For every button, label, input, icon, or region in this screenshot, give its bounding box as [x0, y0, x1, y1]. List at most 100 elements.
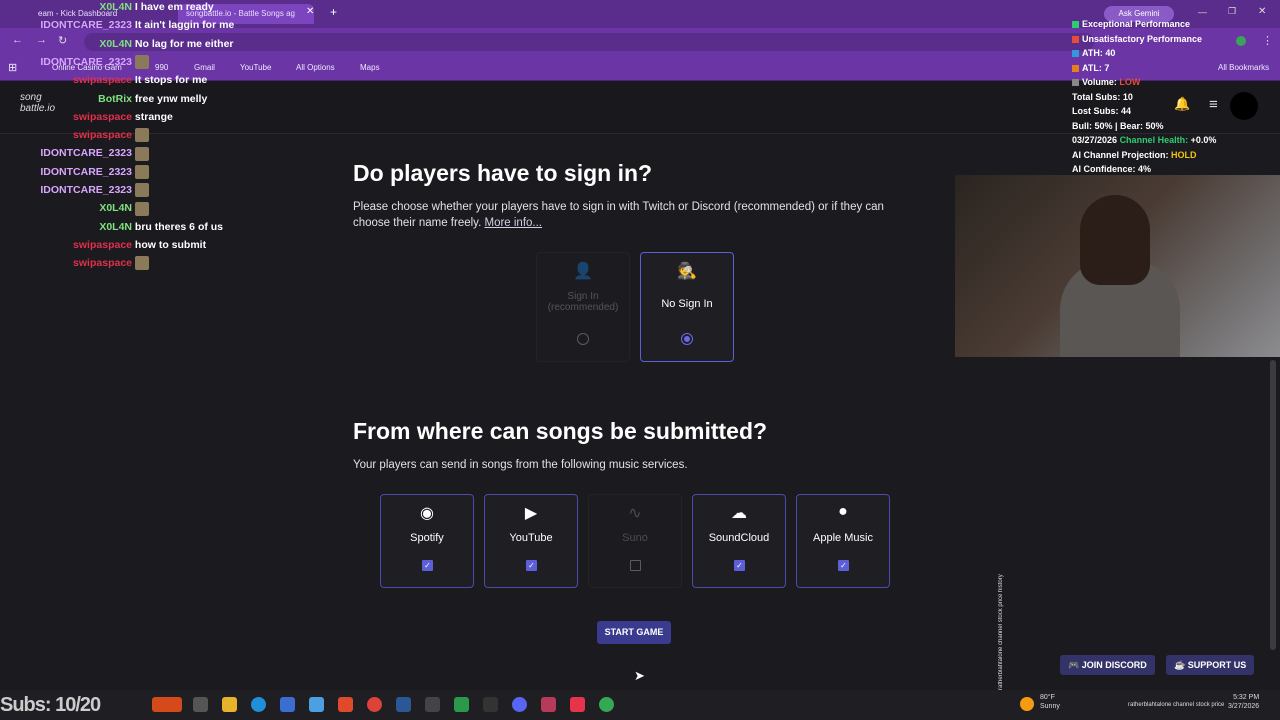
join-discord-button[interactable]: 🎮 JOIN DISCORD [1060, 655, 1155, 675]
discord-taskbar-icon[interactable] [512, 697, 527, 712]
app-icon-13[interactable] [541, 697, 556, 712]
chat-text: I have em ready [134, 1, 214, 13]
chat-message: swipaspace how to submit [0, 236, 206, 254]
emote-icon [134, 183, 149, 198]
discord-icon: 🎮 [1068, 660, 1082, 670]
service-apple-music[interactable]: ● Apple Music ✓ [796, 494, 890, 588]
youtube-checkbox[interactable]: ✓ [526, 560, 537, 571]
projection-value: HOLD [1171, 149, 1197, 160]
mouse-cursor-icon: ➤ [634, 668, 645, 683]
maximize-icon[interactable]: ❐ [1228, 6, 1236, 17]
tray-ticker: ratherblahtalone channel stock price [1128, 702, 1225, 708]
support-us-label: SUPPORT US [1187, 660, 1247, 670]
unsatisfactory-label: Unsatisfactory Performance [1082, 33, 1203, 44]
suno-label: Suno [622, 532, 648, 544]
weather-widget[interactable]: 80°F Sunny [1040, 693, 1060, 711]
new-tab-button[interactable]: + [330, 5, 337, 19]
clock-date: 3/27/2026 [1228, 703, 1260, 710]
signin-heading: Do players have to sign in? [353, 160, 653, 186]
chat-username: swipaspace [73, 129, 132, 142]
emote-icon [134, 164, 149, 179]
file-explorer-icon[interactable] [222, 697, 237, 712]
chat-username: swipaspace [73, 74, 132, 87]
support-us-button[interactable]: ☕ SUPPORT US [1166, 655, 1255, 675]
url-field[interactable] [84, 33, 1094, 51]
chat-username: IDONTCARE_2323 [40, 55, 132, 68]
windows-taskbar [0, 690, 1280, 720]
edge-icon[interactable] [251, 697, 266, 712]
word-icon[interactable] [396, 697, 411, 712]
stats-overlay: Exceptional Performance Unsatisfactory P… [1072, 17, 1216, 177]
service-soundcloud[interactable]: ☁ SoundCloud ✓ [692, 494, 786, 588]
bookmark-all-options[interactable]: All Options [296, 56, 335, 80]
chrome-icon[interactable] [367, 697, 382, 712]
music-icon[interactable] [570, 697, 585, 712]
xbox-icon[interactable] [454, 697, 469, 712]
chat-text: It stops for me [134, 74, 208, 87]
chat-message: IDONTCARE_2323 [0, 144, 149, 162]
store-icon[interactable] [280, 697, 295, 712]
coffee-icon: ☕ [1174, 660, 1188, 670]
chat-message: X0L4N I have em ready [0, 0, 214, 16]
minimize-icon[interactable]: — [1198, 7, 1207, 17]
chat-message: X0L4N No lag for me either [0, 35, 233, 53]
signin-option-no-sign-in[interactable]: 🕵 No Sign In [640, 252, 734, 362]
exceptional-label: Exceptional Performance [1082, 19, 1191, 29]
close-window-icon[interactable]: ✕ [1258, 6, 1266, 17]
clock[interactable]: 5:32 PM 3/27/2026 [1228, 693, 1259, 711]
sources-heading: From where can songs be submitted? [353, 418, 768, 444]
channel-health: 03/27/2026 Channel Health: +0.0% [1072, 133, 1216, 148]
task-view-icon[interactable] [193, 697, 208, 712]
app-icon-5[interactable] [309, 697, 324, 712]
chat-message: X0L4N [0, 199, 149, 217]
spotify-checkbox[interactable]: ✓ [422, 560, 433, 571]
menu-dots-icon[interactable]: ⋮ [1262, 34, 1273, 47]
weather-sun-icon [1020, 697, 1034, 711]
weather-cond: Sunny [1040, 703, 1060, 710]
chat-username: X0L4N [99, 37, 132, 50]
spotify-icon: ◉ [420, 505, 434, 522]
emote-icon [134, 128, 149, 143]
user-icon: 👤 [573, 263, 593, 280]
stat-unsatisfactory: Unsatisfactory Performance [1072, 32, 1216, 47]
user-avatar[interactable] [1230, 92, 1258, 120]
chat-text: strange [134, 110, 173, 123]
page-scrollbar[interactable] [1270, 360, 1276, 650]
apple-music-checkbox[interactable]: ✓ [838, 560, 849, 571]
bookmark-maps[interactable]: Maps [360, 56, 380, 80]
app-icon-11[interactable] [483, 697, 498, 712]
all-bookmarks[interactable]: All Bookmarks [1218, 56, 1269, 80]
service-youtube[interactable]: ▶ YouTube ✓ [484, 494, 578, 588]
no-sign-in-label: No Sign In [661, 298, 713, 310]
stat-exceptional: Exceptional Performance [1072, 17, 1216, 32]
stat-volume: Volume: LOW [1072, 75, 1216, 90]
chat-username: X0L4N [99, 1, 132, 13]
chat-username: X0L4N [99, 202, 132, 215]
signin-option-sign-in[interactable]: 👤 Sign In (recommended) [536, 252, 630, 362]
weather-temp: 80°F [1040, 694, 1055, 701]
app-icon-6[interactable] [338, 697, 353, 712]
emote-icon [134, 55, 149, 70]
profile-avatar[interactable] [1236, 36, 1246, 46]
stat-ath: ATH: 40 [1072, 46, 1216, 61]
service-suno[interactable]: ∿ Suno [588, 494, 682, 588]
subs-counter: Subs: 10/20 [0, 694, 101, 716]
bookmark-youtube[interactable]: YouTube [240, 56, 271, 80]
join-discord-label: JOIN DISCORD [1081, 660, 1147, 670]
no-sign-in-radio[interactable] [681, 333, 693, 345]
chat-message: BotRix free ynw melly [0, 90, 207, 108]
ai-confidence: AI Confidence: 4% [1072, 164, 1152, 174]
stock-history-vertical-label: ratherblahtalone channel stock price his… [998, 574, 1004, 690]
start-game-button[interactable]: START GAME [597, 621, 671, 644]
atl-label: ATL: 7 [1082, 62, 1110, 73]
soundcloud-checkbox[interactable]: ✓ [734, 560, 745, 571]
close-tab-icon[interactable]: ✕ [306, 6, 314, 17]
taskbar-app-icon[interactable] [152, 697, 182, 712]
service-spotify[interactable]: ◉ Spotify ✓ [380, 494, 474, 588]
app-icon-9[interactable] [425, 697, 440, 712]
suno-checkbox[interactable] [630, 560, 641, 571]
chrome-active-icon[interactable] [599, 697, 614, 712]
more-info-link[interactable]: More info... [484, 217, 542, 229]
sign-in-radio[interactable] [577, 333, 589, 345]
chat-username: swipaspace [73, 238, 132, 251]
